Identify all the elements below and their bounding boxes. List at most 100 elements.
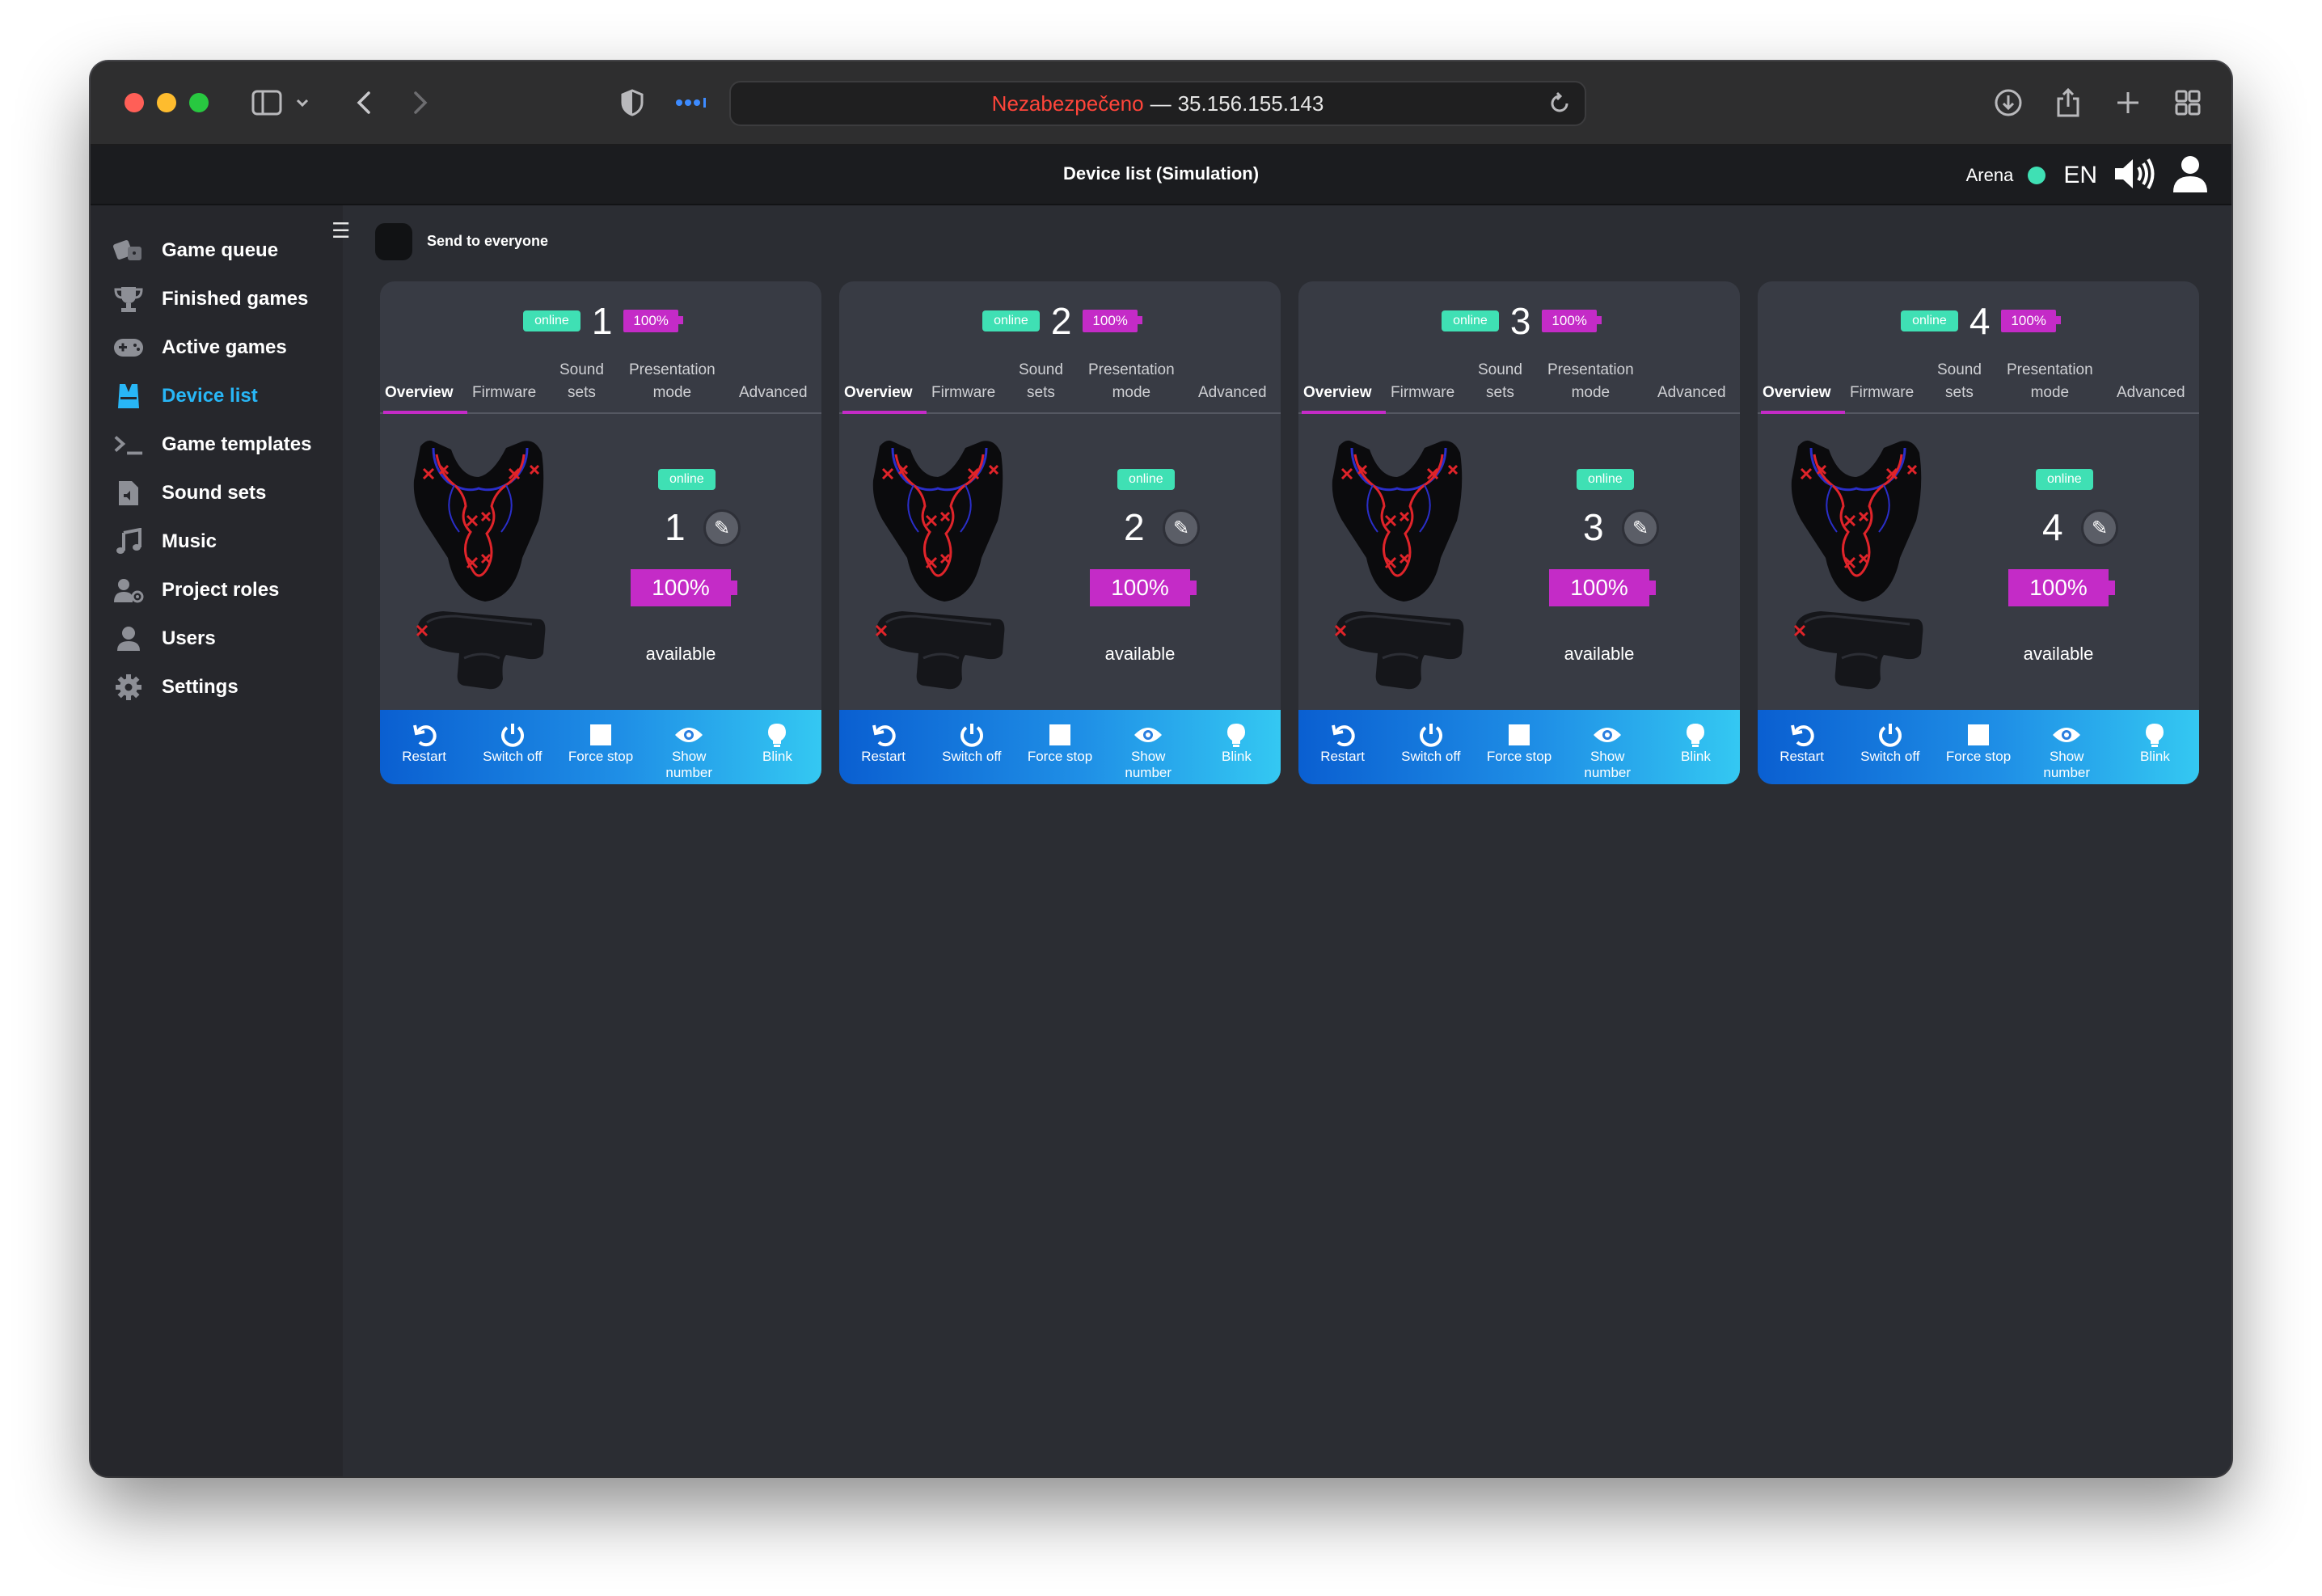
sidebar-item-label: Active games — [162, 336, 287, 358]
tab-overview[interactable]: Overview — [1303, 382, 1372, 404]
tab-advanced[interactable]: Advanced — [739, 382, 808, 404]
edit-number-button[interactable]: ✎ — [703, 509, 741, 547]
sidebar-item-device-list[interactable]: Device list — [113, 378, 258, 414]
arena-label: Arena — [1965, 165, 2014, 185]
close-window-button[interactable] — [125, 93, 144, 112]
sidebar-item-settings[interactable]: Settings — [113, 669, 239, 705]
force-stop-button[interactable]: Force stop — [1015, 710, 1104, 784]
tab-presentation-mode[interactable]: Presentation mode — [629, 359, 716, 404]
back-icon[interactable] — [348, 82, 380, 123]
sidebar-item-users[interactable]: Users — [113, 621, 216, 657]
sidebar-item-finished-games[interactable]: Finished games — [113, 281, 308, 317]
blink-button[interactable]: Blink — [2111, 710, 2199, 784]
sound-file-icon — [113, 478, 144, 509]
shield-icon[interactable] — [616, 82, 648, 123]
tab-overview[interactable]: Overview — [1763, 382, 1831, 404]
sidebar-item-game-queue[interactable]: Game queue — [113, 233, 278, 268]
device-number: 2 — [1050, 300, 1072, 342]
reload-icon[interactable] — [1549, 91, 1570, 120]
device-number: 1 — [591, 300, 613, 342]
zoom-window-button[interactable] — [189, 93, 209, 112]
stop-icon — [1048, 721, 1072, 749]
tab-advanced[interactable]: Advanced — [1657, 382, 1726, 404]
send-to-everyone-toggle[interactable] — [375, 223, 412, 260]
status-badge: online — [2036, 469, 2093, 490]
active-tab-indicator — [1761, 411, 1845, 414]
power-icon — [1418, 721, 1444, 749]
edit-number-button[interactable]: ✎ — [2081, 509, 2118, 547]
force-stop-button[interactable]: Force stop — [1475, 710, 1563, 784]
sidebar-item-music[interactable]: Music — [113, 524, 217, 559]
volume-icon[interactable] — [2112, 156, 2157, 196]
tab-presentation-mode[interactable]: Presentation mode — [2007, 359, 2093, 404]
tab-sound-sets[interactable]: Sound sets — [1478, 359, 1522, 404]
gear-icon — [113, 672, 144, 703]
user-profile-icon[interactable] — [2172, 154, 2209, 197]
tab-presentation-mode[interactable]: Presentation mode — [1088, 359, 1175, 404]
tab-overview-icon[interactable] — [2170, 82, 2206, 123]
download-icon[interactable] — [1991, 82, 2026, 123]
forward-icon[interactable] — [404, 82, 437, 123]
tab-sound-sets[interactable]: Sound sets — [1937, 359, 1982, 404]
switch-off-button[interactable]: Switch off — [468, 710, 556, 784]
eye-icon — [673, 721, 704, 749]
availability-text: available — [1104, 644, 1176, 664]
restart-icon — [871, 721, 897, 749]
show-number-button[interactable]: Show number — [1104, 710, 1193, 784]
tab-firmware[interactable]: Firmware — [472, 382, 536, 404]
blink-button[interactable]: Blink — [733, 710, 821, 784]
tab-sound-sets[interactable]: Sound sets — [559, 359, 604, 404]
force-stop-button[interactable]: Force stop — [1934, 710, 2022, 784]
lightbulb-icon — [1226, 721, 1247, 749]
blink-button[interactable]: Blink — [1193, 710, 1281, 784]
share-icon[interactable] — [2050, 82, 2086, 123]
restart-button[interactable]: Restart — [380, 710, 468, 784]
switch-off-button[interactable]: Switch off — [1846, 710, 1934, 784]
device-number: 3 — [1583, 506, 1604, 548]
battery-badge: 100% — [2001, 310, 2062, 332]
tab-advanced[interactable]: Advanced — [2117, 382, 2185, 404]
language-selector[interactable]: EN — [2063, 162, 2097, 189]
pencil-icon: ✎ — [1632, 517, 1649, 539]
restart-button[interactable]: Restart — [1298, 710, 1387, 784]
blink-button[interactable]: Blink — [1652, 710, 1740, 784]
tab-advanced[interactable]: Advanced — [1198, 382, 1267, 404]
edit-number-button[interactable]: ✎ — [1163, 509, 1200, 547]
stop-icon — [589, 721, 613, 749]
device-action-bar: Restart Switch off Force stop Show number… — [1758, 710, 2199, 784]
address-bar[interactable]: Nezabezpečeno — 35.156.155.143 — [729, 81, 1586, 126]
force-stop-button[interactable]: Force stop — [556, 710, 644, 784]
sidebar-item-sound-sets[interactable]: Sound sets — [113, 475, 266, 511]
chevron-down-icon[interactable] — [293, 82, 312, 123]
tab-firmware[interactable]: Firmware — [1391, 382, 1454, 404]
device-card-header: online 3 100% — [1298, 301, 1740, 341]
show-number-button[interactable]: Show number — [2023, 710, 2111, 784]
menu-icon[interactable]: ☰ — [331, 220, 350, 241]
tab-firmware[interactable]: Firmware — [931, 382, 995, 404]
vest-image — [1787, 437, 1924, 607]
show-number-button[interactable]: Show number — [645, 710, 733, 784]
edit-number-button[interactable]: ✎ — [1622, 509, 1659, 547]
trophy-icon — [113, 284, 144, 315]
minimize-window-button[interactable] — [157, 93, 176, 112]
sidebar-item-project-roles[interactable]: Project roles — [113, 572, 279, 608]
status-badge: online — [658, 469, 716, 490]
device-card-header: online 1 100% — [380, 301, 821, 341]
switch-off-button[interactable]: Switch off — [927, 710, 1015, 784]
extension-icon[interactable] — [673, 82, 710, 123]
sidebar-toggle-icon[interactable] — [249, 82, 285, 123]
show-number-button[interactable]: Show number — [1564, 710, 1652, 784]
restart-button[interactable]: Restart — [1758, 710, 1846, 784]
device-action-bar: Restart Switch off Force stop Show number… — [839, 710, 1281, 784]
device-card: online 2 100% Overview Firmware Sound set… — [839, 281, 1281, 784]
restart-button[interactable]: Restart — [839, 710, 927, 784]
sidebar-item-active-games[interactable]: Active games — [113, 330, 287, 365]
tab-overview[interactable]: Overview — [844, 382, 913, 404]
new-tab-icon[interactable] — [2110, 82, 2146, 123]
tab-overview[interactable]: Overview — [385, 382, 454, 404]
switch-off-button[interactable]: Switch off — [1387, 710, 1475, 784]
sidebar-item-game-templates[interactable]: Game templates — [113, 427, 311, 462]
tab-sound-sets[interactable]: Sound sets — [1019, 359, 1063, 404]
tab-firmware[interactable]: Firmware — [1850, 382, 1914, 404]
tab-presentation-mode[interactable]: Presentation mode — [1547, 359, 1634, 404]
